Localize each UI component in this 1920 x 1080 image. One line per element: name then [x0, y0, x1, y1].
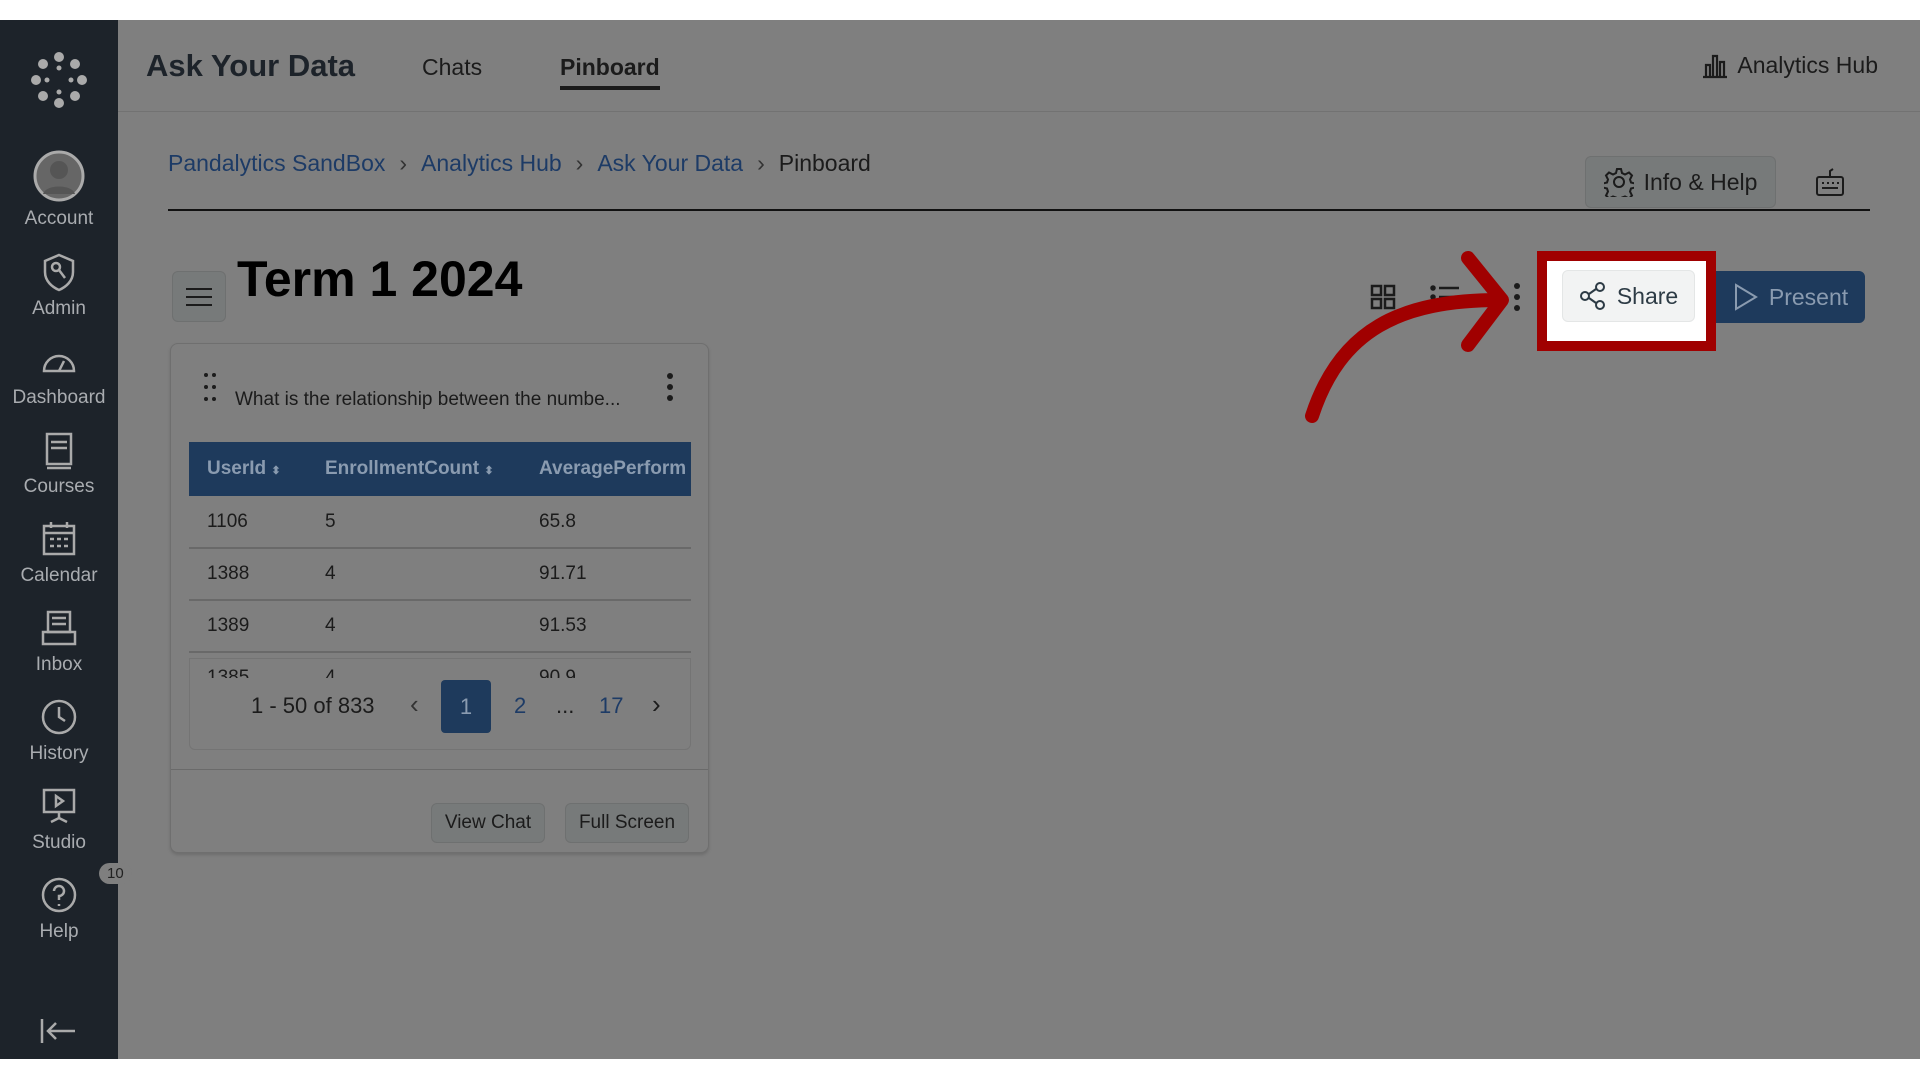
bar-chart-icon [1703, 54, 1728, 78]
collapse-nav-icon[interactable] [39, 1017, 77, 1045]
nav-label: Dashboard [12, 387, 106, 408]
dashboard-gauge-icon [39, 341, 79, 381]
list-view-icon[interactable] [1430, 284, 1460, 310]
share-label: Share [1616, 282, 1679, 309]
nav-label: Calendar [20, 565, 98, 586]
hamburger-icon [186, 287, 212, 306]
nav-calendar[interactable]: Calendar [0, 519, 118, 587]
nav-label: Inbox [35, 654, 83, 675]
pagination: 1 - 50 of 833 ‹ 1 2 ... 17 › [189, 658, 691, 750]
table-header-row: UserId ⬍ EnrollmentCount ⬍ AveragePerfor… [189, 442, 691, 496]
shield-key-icon [39, 252, 79, 292]
nav-dashboard[interactable]: Dashboard [0, 341, 118, 409]
page-title: Term 1 2024 [237, 251, 523, 307]
cell: 1389 [189, 600, 307, 653]
nav-label: Admin [32, 298, 86, 319]
table-row: 1388 4 91.71 [189, 548, 691, 601]
next-page-icon[interactable]: › [652, 689, 661, 720]
cell: 4 [307, 548, 521, 601]
inbox-icon [39, 608, 79, 648]
chevron-right-icon: › [575, 150, 584, 176]
pinned-card: What is the relationship between the num… [170, 343, 709, 853]
col-averageperformance[interactable]: AveragePerform [521, 442, 691, 496]
nav-history[interactable]: History [0, 697, 118, 765]
prev-page-icon[interactable]: ‹ [410, 689, 419, 720]
card-question: What is the relationship between the num… [235, 389, 621, 410]
full-screen-button[interactable]: Full Screen [565, 803, 689, 843]
cell: 65.8 [521, 496, 691, 549]
nav-studio[interactable]: Studio [0, 786, 118, 854]
studio-icon [39, 786, 79, 826]
more-options-icon[interactable] [1512, 282, 1522, 312]
pagination-range: 1 - 50 of 833 [251, 693, 375, 718]
cell: 1106 [189, 496, 307, 549]
tab-pinboard[interactable]: Pinboard [560, 54, 660, 90]
calendar-icon [39, 519, 79, 559]
nav-label: Studio [32, 832, 86, 853]
courses-book-icon [39, 430, 79, 470]
info-help-label: Info & Help [1643, 168, 1758, 195]
results-table: UserId ⬍ EnrollmentCount ⬍ AveragePerfor… [189, 442, 691, 678]
analytics-hub-link[interactable]: Analytics Hub [1701, 52, 1878, 79]
card-footer [171, 769, 708, 770]
gear-icon [1603, 168, 1634, 197]
header-divider [168, 209, 1870, 211]
nav-account[interactable]: Account [0, 150, 118, 230]
cell: 1388 [189, 548, 307, 601]
breadcrumb-ask-your-data[interactable]: Ask Your Data [597, 150, 743, 177]
nav-label: Account [24, 208, 94, 229]
account-avatar-icon [33, 150, 85, 202]
help-icon: 10 [39, 863, 132, 915]
col-enrollmentcount[interactable]: EnrollmentCount ⬍ [307, 442, 521, 496]
view-chat-button[interactable]: View Chat [431, 803, 545, 843]
play-icon [1734, 283, 1758, 311]
page-2-button[interactable]: 2 [514, 693, 526, 719]
nav-label: Courses [23, 476, 95, 497]
table-scroll[interactable]: UserId ⬍ EnrollmentCount ⬍ AveragePerfor… [189, 442, 691, 678]
pinboard-menu-button[interactable] [172, 271, 226, 322]
table-row: 1389 4 91.53 [189, 600, 691, 653]
canvas-logo-icon[interactable] [29, 50, 89, 110]
help-badge: 10 [99, 863, 132, 884]
app-title: Ask Your Data [146, 48, 356, 83]
keyboard-shortcuts-icon[interactable] [1815, 168, 1845, 198]
present-button[interactable]: Present [1716, 271, 1865, 323]
nav-courses[interactable]: Courses [0, 430, 118, 498]
clock-icon [39, 697, 79, 737]
drag-handle-icon[interactable] [203, 372, 217, 402]
present-label: Present [1768, 283, 1849, 310]
nav-label: Help [39, 921, 79, 942]
analytics-hub-label: Analytics Hub [1737, 52, 1878, 78]
grid-view-icon[interactable] [1370, 284, 1396, 310]
tab-chats[interactable]: Chats [422, 54, 482, 81]
breadcrumb: Pandalytics SandBox › Analytics Hub › Ask … [168, 150, 871, 177]
cell: 91.71 [521, 548, 691, 601]
pagination-ellipsis: ... [556, 693, 575, 718]
card-more-icon[interactable] [666, 372, 674, 402]
page-1-button[interactable]: 1 [441, 680, 491, 733]
top-header: Ask Your Data Chats Pinboard Analytics H… [118, 20, 1920, 112]
share-button[interactable]: Share [1562, 270, 1695, 322]
nav-admin[interactable]: Admin [0, 252, 118, 320]
nav-help[interactable]: 10 Help [0, 863, 132, 943]
cell: 91.53 [521, 600, 691, 653]
col-userid[interactable]: UserId ⬍ [189, 442, 307, 496]
info-help-button[interactable]: Info & Help [1585, 156, 1776, 208]
global-nav: Account Admin Dashboard Courses Calendar… [0, 20, 132, 1059]
breadcrumb-analytics-hub[interactable]: Analytics Hub [421, 150, 562, 177]
chevron-right-icon: › [399, 150, 408, 176]
nav-label: History [29, 743, 89, 764]
share-icon [1579, 282, 1605, 310]
cell: 5 [307, 496, 521, 549]
table-row: 1106 5 65.8 [189, 496, 691, 549]
breadcrumb-current: Pinboard [778, 150, 871, 176]
nav-inbox[interactable]: Inbox [0, 608, 118, 676]
page-17-button[interactable]: 17 [599, 693, 623, 719]
breadcrumb-sandbox[interactable]: Pandalytics SandBox [168, 150, 385, 177]
cell: 4 [307, 600, 521, 653]
chevron-right-icon: › [757, 150, 765, 176]
